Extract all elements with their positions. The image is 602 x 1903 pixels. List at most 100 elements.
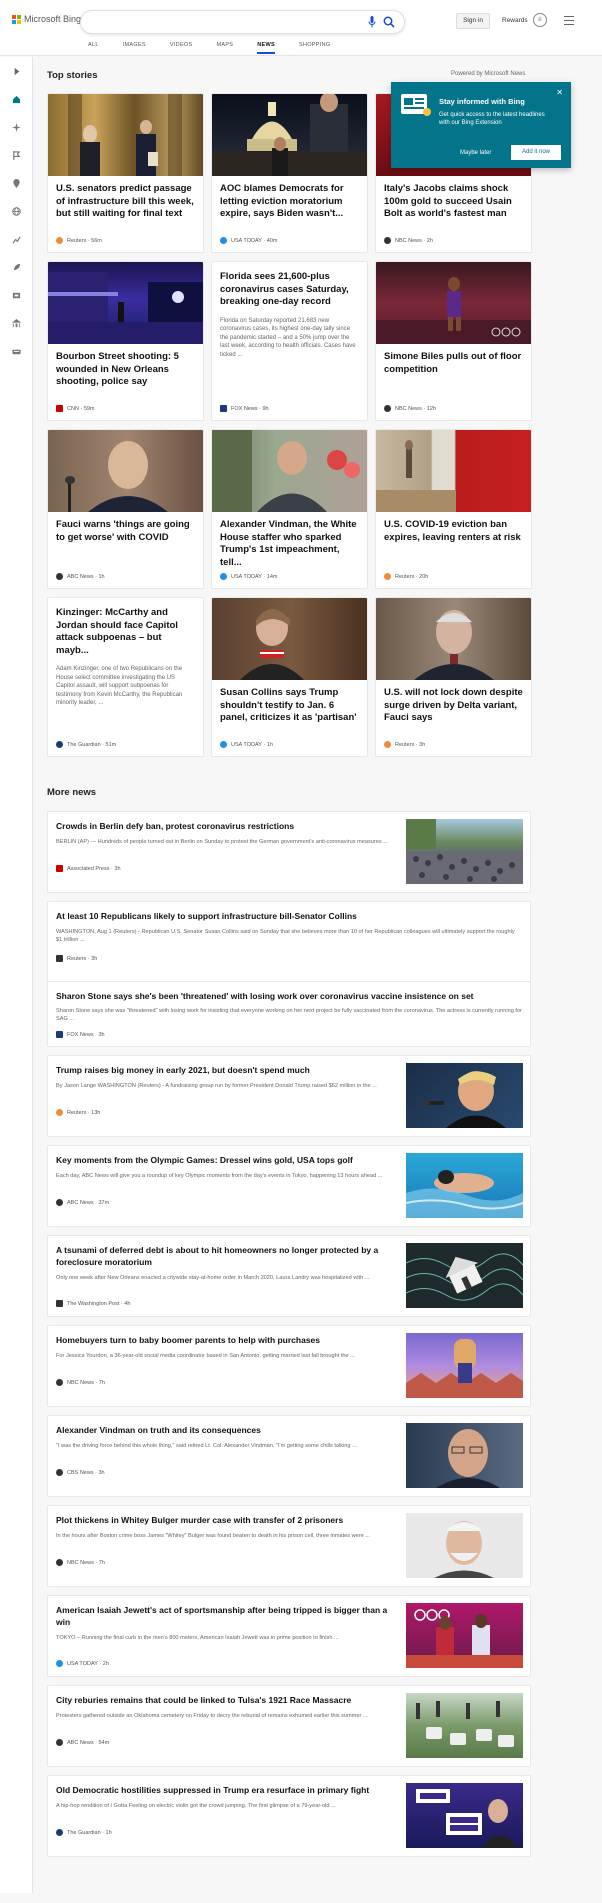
news-item[interactable]: Alexander Vindman on truth and its conse… [47, 1415, 531, 1497]
news-title[interactable]: Sharon Stone says she's been 'threatened… [56, 991, 516, 1003]
news-item[interactable]: City reburies remains that could be link… [47, 1685, 531, 1767]
story-source: Reuters · 20h [384, 573, 428, 580]
tab-videos[interactable]: VIDEOS [170, 42, 193, 54]
rocket-icon[interactable] [12, 263, 21, 272]
news-title[interactable]: A tsunami of deferred debt is about to h… [56, 1245, 401, 1268]
location-pin-icon[interactable] [12, 179, 21, 188]
news-title[interactable]: At least 10 Republicans likely to suppor… [56, 911, 516, 923]
news-title[interactable]: Plot thickens in Whitey Bulger murder ca… [56, 1515, 401, 1527]
reuters-logo-icon [384, 741, 391, 748]
story-title[interactable]: Bourbon Street shooting: 5 wounded in Ne… [48, 344, 203, 389]
reuters-logo-icon [56, 955, 63, 962]
cnn-logo-icon [56, 405, 63, 412]
story-card[interactable]: U.S. COVID-19 eviction ban expires, leav… [375, 429, 532, 589]
news-source: NBC News · 7h [56, 1379, 105, 1386]
story-title[interactable]: Kinzinger: McCarthy and Jordan should fa… [48, 598, 203, 657]
microsoft-logo-icon [12, 14, 21, 24]
tab-maps[interactable]: MAPS [216, 42, 233, 54]
news-item[interactable]: Old Democratic hostilities suppressed in… [47, 1775, 531, 1857]
news-item[interactable]: At least 10 Republicans likely to suppor… [47, 901, 531, 983]
news-thumbnail [406, 1243, 523, 1308]
story-card[interactable]: Bourbon Street shooting: 5 wounded in Ne… [47, 261, 204, 421]
home-icon[interactable] [12, 95, 21, 104]
nbc-logo-icon [56, 1379, 63, 1386]
story-title[interactable]: Alexander Vindman, the White House staff… [212, 512, 367, 569]
story-title[interactable]: Italy's Jacobs claims shock 100m gold to… [376, 176, 531, 221]
story-card[interactable]: Alexander Vindman, the White House staff… [211, 429, 368, 589]
close-icon[interactable]: ✕ [556, 88, 563, 97]
story-title[interactable]: AOC blames Democrats for letting evictio… [212, 176, 367, 221]
hamburger-menu-icon[interactable] [564, 16, 574, 28]
story-card[interactable]: U.S. senators predict passage of infrast… [47, 93, 204, 253]
microphone-icon[interactable] [368, 16, 376, 28]
news-item[interactable]: American Isaiah Jewett's act of sportsma… [47, 1595, 531, 1677]
news-title[interactable]: Trump raises big money in early 2021, bu… [56, 1065, 401, 1077]
bank-icon[interactable] [12, 319, 21, 328]
story-title[interactable]: Fauci warns 'things are going to get wor… [48, 512, 203, 544]
story-title[interactable]: U.S. COVID-19 eviction ban expires, leav… [376, 512, 531, 544]
news-item[interactable]: Crowds in Berlin defy ban, protest coron… [47, 811, 531, 893]
globe-icon[interactable] [12, 207, 21, 216]
news-item[interactable]: Plot thickens in Whitey Bulger murder ca… [47, 1505, 531, 1587]
fox-news-logo-icon [220, 405, 227, 412]
story-card[interactable]: Simone Biles pulls out of floor competit… [375, 261, 532, 421]
news-thumbnail [406, 1063, 523, 1128]
news-thumbnail [406, 1423, 523, 1488]
story-title[interactable]: Susan Collins says Trump shouldn't testi… [212, 680, 367, 725]
news-title[interactable]: Old Democratic hostilities suppressed in… [56, 1785, 401, 1797]
film-icon[interactable] [12, 291, 21, 300]
story-card[interactable]: AOC blames Democrats for letting evictio… [211, 93, 368, 253]
story-image [48, 262, 203, 344]
news-title[interactable]: Crowds in Berlin defy ban, protest coron… [56, 821, 401, 833]
logo-text: Microsoft Bing [24, 14, 82, 24]
news-title[interactable]: American Isaiah Jewett's act of sportsma… [56, 1605, 401, 1628]
car-icon[interactable] [12, 347, 21, 356]
nbc-logo-icon [56, 1559, 63, 1566]
news-source: Reuters · 13h [56, 1109, 100, 1116]
news-item[interactable]: Trump raises big money in early 2021, bu… [47, 1055, 531, 1137]
tab-all[interactable]: ALL [88, 42, 99, 54]
rewards-medal-icon[interactable]: ♕ [533, 13, 547, 27]
story-card[interactable]: Florida sees 21,600-plus coronavirus cas… [211, 261, 368, 421]
bing-logo[interactable]: Microsoft Bing [12, 14, 81, 24]
story-title[interactable]: U.S. senators predict passage of infrast… [48, 176, 203, 221]
chart-icon[interactable] [12, 235, 21, 244]
sparkle-icon[interactable] [12, 123, 21, 132]
news-title[interactable]: Alexander Vindman on truth and its conse… [56, 1425, 401, 1437]
expand-arrow-icon[interactable] [12, 67, 21, 76]
news-item[interactable]: Key moments from the Olympic Games: Dres… [47, 1145, 531, 1227]
news-title[interactable]: Homebuyers turn to baby boomer parents t… [56, 1335, 401, 1347]
tab-news[interactable]: NEWS [257, 42, 275, 54]
story-title[interactable]: Simone Biles pulls out of floor competit… [376, 344, 531, 376]
sign-in-button[interactable]: Sign in [456, 13, 490, 29]
reuters-logo-icon [56, 1109, 63, 1116]
maybe-later-button[interactable]: Maybe later [460, 150, 491, 156]
story-card[interactable]: Kinzinger: McCarthy and Jordan should fa… [47, 597, 204, 757]
tab-images[interactable]: IMAGES [123, 42, 146, 54]
page-footer [0, 1893, 602, 1903]
add-extension-button[interactable]: Add it now [511, 145, 561, 160]
news-snippet: By Jason Lange WASHINGTON (Reuters) - A … [56, 1083, 377, 1089]
scope-tabs: ALL IMAGES VIDEOS MAPS NEWS SHOPPING [88, 42, 354, 54]
story-title[interactable]: Florida sees 21,600-plus coronavirus cas… [212, 262, 367, 309]
search-icon[interactable] [383, 16, 395, 28]
story-card[interactable]: Fauci warns 'things are going to get wor… [47, 429, 204, 589]
story-card[interactable]: U.S. will not lock down despite surge dr… [375, 597, 532, 757]
news-snippet: BERLIN (AP) — Hundreds of people turned … [56, 839, 388, 845]
news-item[interactable]: Homebuyers turn to baby boomer parents t… [47, 1325, 531, 1407]
popup-title: Stay informed with Bing [439, 97, 525, 106]
rewards-link[interactable]: Rewards [502, 17, 528, 24]
news-source: FOX News · 3h [56, 1031, 105, 1038]
story-card[interactable]: Susan Collins says Trump shouldn't testi… [211, 597, 368, 757]
story-source: USA TODAY · 1h [220, 741, 273, 748]
news-title[interactable]: City reburies remains that could be link… [56, 1695, 401, 1707]
news-title[interactable]: Key moments from the Olympic Games: Dres… [56, 1155, 401, 1167]
nbc-logo-icon [384, 237, 391, 244]
search-input[interactable] [80, 10, 405, 34]
news-item[interactable]: Sharon Stone says she's been 'threatened… [47, 981, 531, 1047]
flag-icon[interactable] [12, 151, 21, 160]
story-title[interactable]: U.S. will not lock down despite surge dr… [376, 680, 531, 725]
story-source: Reuters · 3h [384, 741, 425, 748]
tab-shopping[interactable]: SHOPPING [299, 42, 330, 54]
news-item[interactable]: A tsunami of deferred debt is about to h… [47, 1235, 531, 1317]
